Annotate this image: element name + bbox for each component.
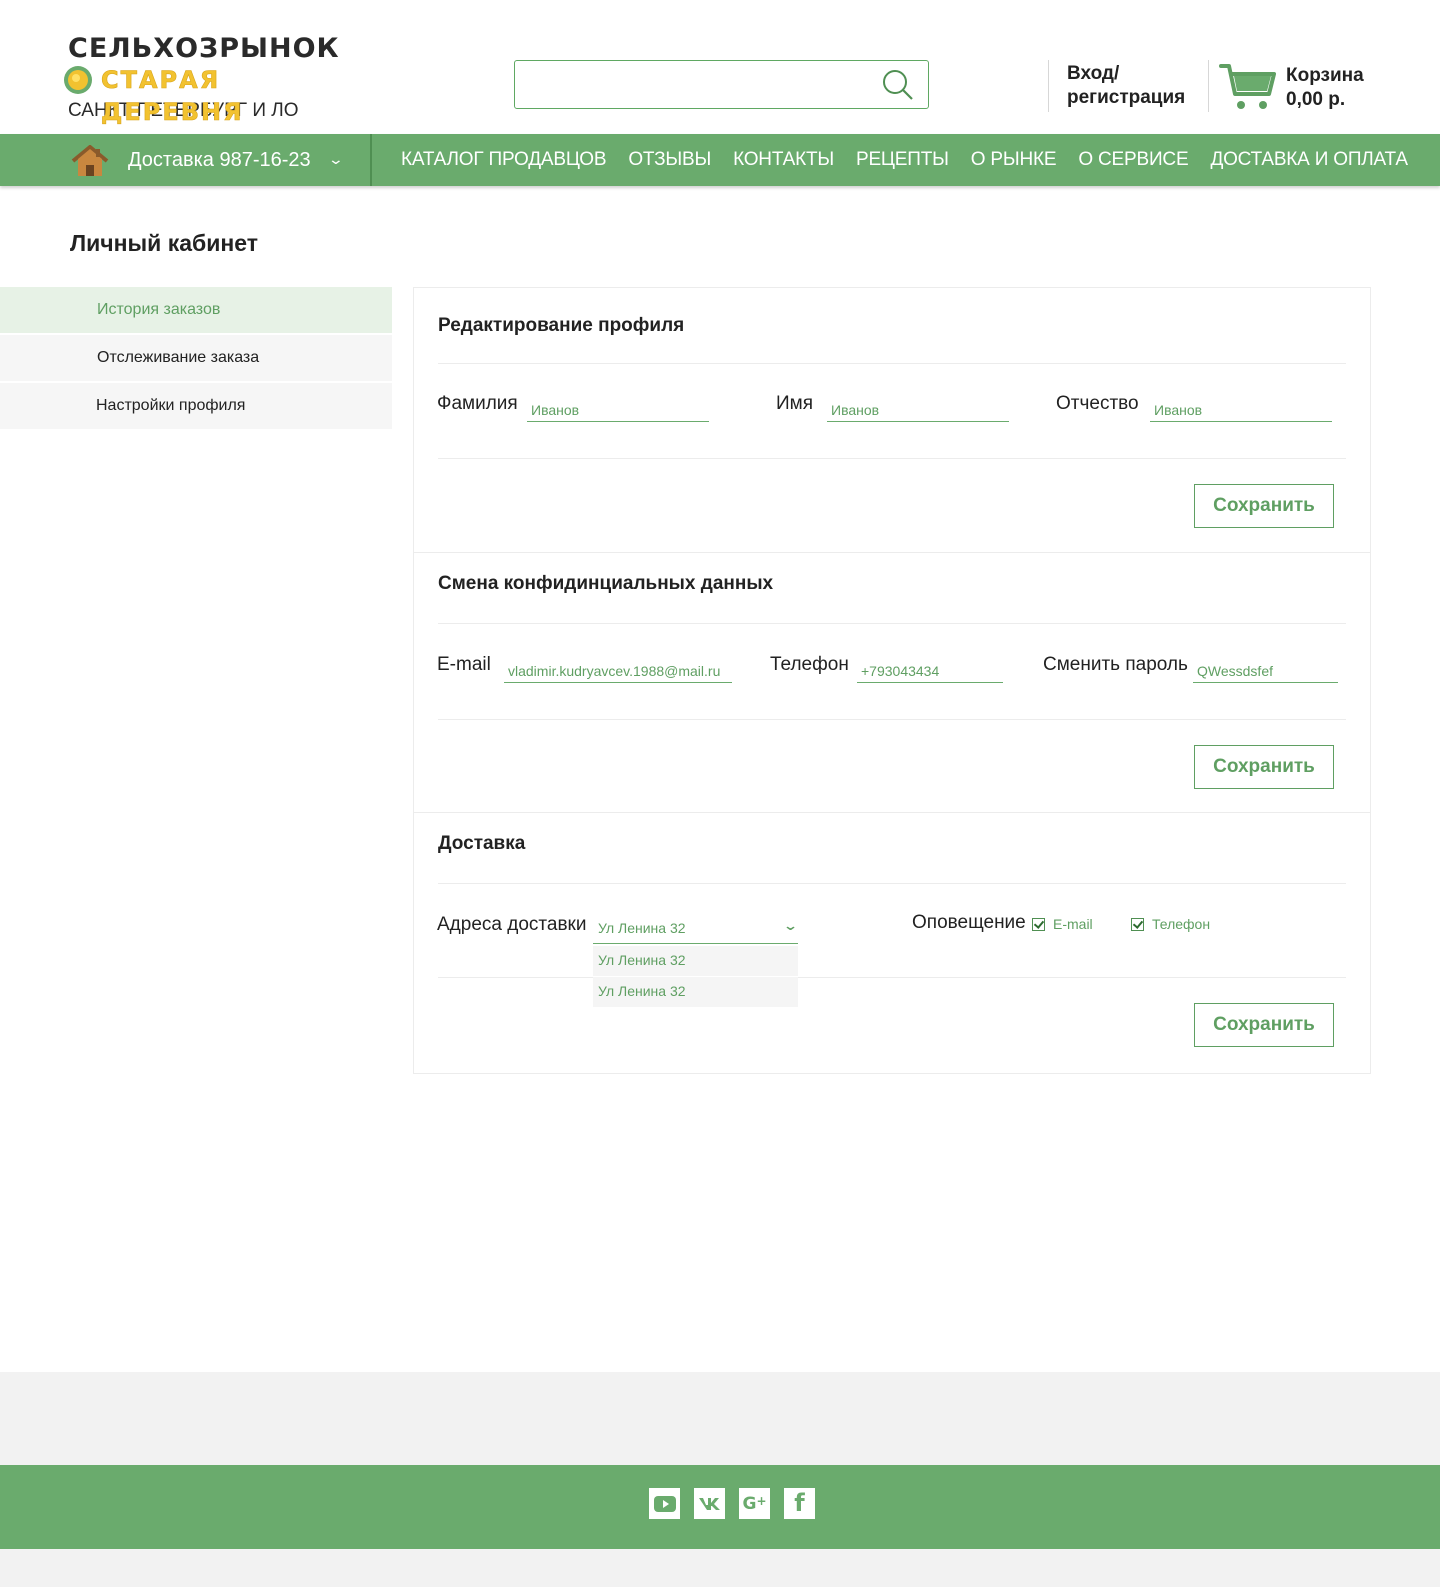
nav-item-delivery-payment[interactable]: ДОСТАВКА И ОПЛАТА: [1210, 134, 1408, 186]
page-title: Личный кабинет: [70, 230, 258, 256]
password-label: Сменить пароль: [1043, 654, 1188, 675]
name-input[interactable]: [827, 392, 1009, 422]
home-icon[interactable]: [70, 145, 110, 177]
nav-item-about-market[interactable]: О РЫНКЕ: [971, 134, 1057, 186]
nav-item-about-service[interactable]: О СЕРВИСЕ: [1078, 134, 1188, 186]
nav-item-recipes[interactable]: РЕЦЕПТЫ: [856, 134, 949, 186]
patronymic-input[interactable]: [1150, 392, 1332, 422]
chevron-down-icon: ⌄: [782, 918, 799, 933]
account-sidebar: История заказов Отслеживание заказа Наст…: [0, 287, 392, 431]
notify-email-checkbox[interactable]: E-mail: [1032, 916, 1093, 932]
header-divider: [1048, 60, 1049, 112]
divider: [438, 719, 1346, 720]
vk-icon[interactable]: [694, 1488, 725, 1519]
site-logo[interactable]: СЕЛЬХОЗРЫНОК СТАРАЯ ДЕРЕВНЯ САНКТ-ПЕТЕРБ…: [64, 33, 368, 126]
notify-email-label: E-mail: [1053, 916, 1093, 932]
footer-top: [0, 1372, 1440, 1465]
email-label: E-mail: [437, 654, 491, 675]
delivery-section: Доставка Адреса доставки Ул Ленина 32 ⌄ …: [414, 812, 1370, 1074]
nav-divider: [370, 134, 372, 186]
profile-section: Редактирование профиля Фамилия Имя Отчес…: [414, 288, 1370, 552]
header-divider: [1208, 60, 1209, 112]
notify-label: Оповещение: [912, 912, 1026, 933]
notify-phone-label: Телефон: [1152, 916, 1211, 932]
footer-socials-bar: G+ f: [0, 1465, 1440, 1549]
address-label: Адреса доставки: [437, 914, 587, 935]
nav-item-reviews[interactable]: ОТЗЫВЫ: [628, 134, 711, 186]
register-label: регистрация: [1067, 87, 1186, 108]
site-header: СЕЛЬХОЗРЫНОК СТАРАЯ ДЕРЕВНЯ САНКТ-ПЕТЕРБ…: [0, 0, 1440, 134]
address-selected: Ул Ленина 32: [598, 920, 686, 936]
delivery-dropdown[interactable]: Доставка 987-16-23 ⌄: [128, 147, 345, 174]
login-label: Вход/: [1067, 63, 1120, 84]
notify-phone-checkbox[interactable]: Телефон: [1131, 916, 1210, 932]
surname-label: Фамилия: [437, 393, 518, 414]
section-title: Редактирование профиля: [438, 315, 685, 336]
chevron-down-icon: ⌄: [327, 151, 345, 167]
save-credentials-button[interactable]: Сохранить: [1194, 745, 1334, 789]
patronymic-label: Отчество: [1056, 393, 1139, 414]
address-option[interactable]: Ул Ленина 32: [593, 977, 798, 1007]
save-delivery-button[interactable]: Сохранить: [1194, 1003, 1334, 1047]
login-link[interactable]: Вход/ регистрация: [1067, 62, 1185, 110]
phone-input[interactable]: [857, 653, 1003, 683]
checkbox-checked-icon: [1131, 917, 1144, 931]
cart-icon[interactable]: [1219, 62, 1277, 112]
surname-input[interactable]: [527, 392, 709, 422]
email-input[interactable]: [504, 653, 732, 683]
nav-item-sellers-catalog[interactable]: КАТАЛОГ ПРОДАВЦОВ: [401, 134, 607, 186]
facebook-icon[interactable]: f: [784, 1488, 815, 1519]
delivery-label: Доставка: [128, 149, 214, 171]
search-box: [514, 60, 929, 109]
search-input[interactable]: [525, 69, 865, 99]
sun-icon: [64, 66, 92, 94]
sidebar-item-profile-settings[interactable]: Настройки профиля: [0, 383, 392, 429]
sidebar-item-order-history[interactable]: История заказов: [0, 287, 392, 333]
phone-label: Телефон: [770, 654, 849, 675]
cart-total: 0,00 р.: [1286, 89, 1346, 110]
main-nav: Доставка 987-16-23 ⌄ КАТАЛОГ ПРОДАВЦОВ О…: [0, 134, 1440, 186]
divider: [438, 977, 1346, 978]
logo-title: СЕЛЬХОЗРЫНОК: [68, 33, 340, 64]
divider: [438, 458, 1346, 459]
nav-item-contacts[interactable]: КОНТАКТЫ: [733, 134, 834, 186]
divider: [438, 363, 1346, 364]
section-title: Доставка: [438, 833, 526, 854]
footer-bottom: [0, 1549, 1440, 1587]
section-title: Смена конфидинциальных данных: [438, 573, 774, 594]
checkbox-checked-icon: [1032, 917, 1045, 931]
address-select[interactable]: Ул Ленина 32 ⌄: [593, 912, 798, 944]
address-option[interactable]: Ул Ленина 32: [593, 946, 798, 976]
cart-summary[interactable]: Корзина 0,00 р.: [1286, 64, 1364, 112]
delivery-phone: 987-16-23: [219, 149, 311, 171]
profile-panel: Редактирование профиля Фамилия Имя Отчес…: [413, 287, 1371, 1074]
logo-subtitle: СТАРАЯ ДЕРЕВНЯ: [101, 66, 244, 127]
sidebar-item-order-tracking[interactable]: Отслеживание заказа: [0, 335, 392, 381]
social-links: G+ f: [649, 1488, 815, 1519]
youtube-icon[interactable]: [649, 1488, 680, 1519]
divider: [438, 623, 1346, 624]
save-profile-button[interactable]: Сохранить: [1194, 484, 1334, 528]
cart-label: Корзина: [1286, 65, 1364, 86]
nav-menu: КАТАЛОГ ПРОДАВЦОВ ОТЗЫВЫ КОНТАКТЫ РЕЦЕПТ…: [401, 134, 1408, 186]
search-icon[interactable]: [880, 67, 916, 103]
credentials-section: Смена конфидинциальных данных E-mail Тел…: [414, 552, 1370, 812]
divider: [438, 883, 1346, 884]
google-plus-icon[interactable]: G+: [739, 1488, 770, 1519]
name-label: Имя: [776, 393, 814, 414]
password-input[interactable]: [1193, 653, 1338, 683]
